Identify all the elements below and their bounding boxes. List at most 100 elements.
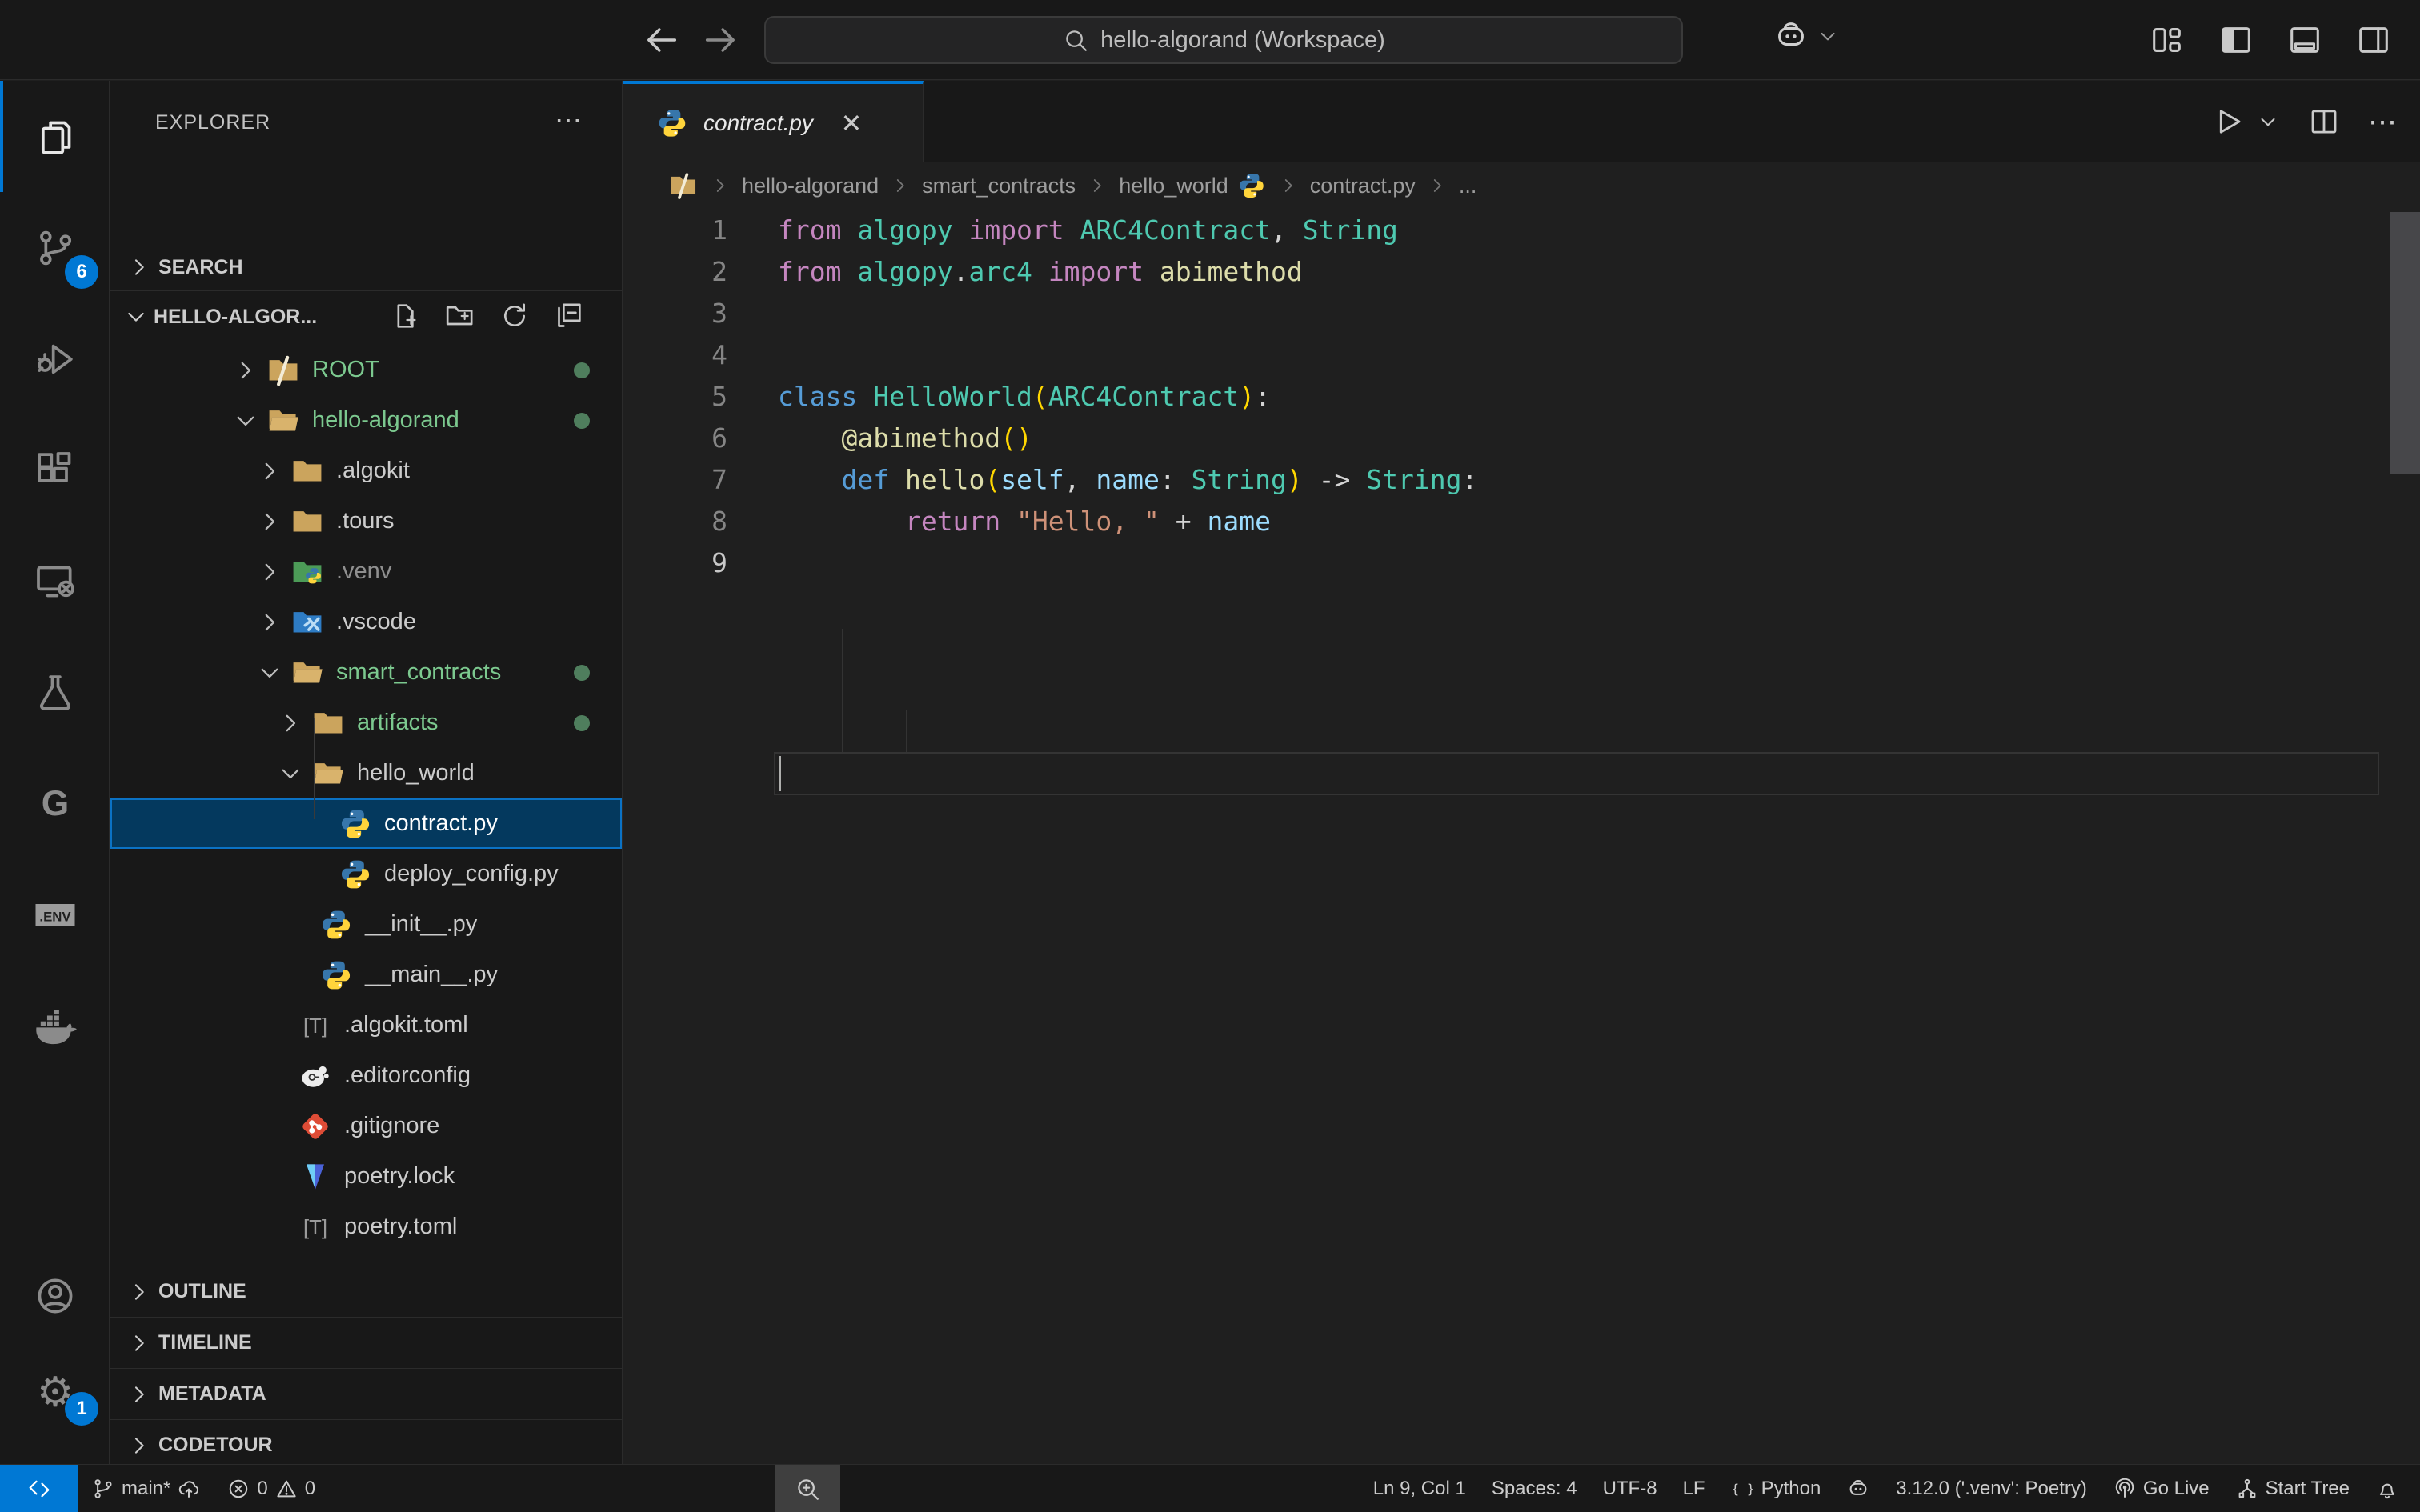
more-actions-button[interactable]: ⋯ [2368, 105, 2399, 138]
breadcrumb-smart-contracts[interactable]: smart_contracts [922, 174, 1076, 198]
activity-run-debug[interactable] [0, 303, 110, 414]
remote-indicator[interactable] [0, 1465, 78, 1512]
activity-source-control[interactable]: 6 [0, 192, 110, 303]
python-icon [319, 958, 354, 993]
status-eol[interactable]: LF [1670, 1465, 1718, 1512]
section-outline[interactable]: OUTLINE [110, 1266, 622, 1317]
activity-bar: 6 G.ENV ⚙1 [0, 81, 110, 1464]
collapse-all-button[interactable] [553, 300, 587, 334]
tree-item-deploy-config-py[interactable]: deploy_config.py [110, 849, 622, 899]
breadcrumb-python[interactable] [1236, 170, 1267, 201]
line-number: 5 [623, 376, 727, 418]
chevron-right-icon [1427, 175, 1448, 196]
status-notifications[interactable] [2362, 1465, 2412, 1512]
activity-testing[interactable] [0, 637, 110, 748]
navigate-forward-button[interactable] [700, 19, 742, 61]
close-icon[interactable]: ✕ [837, 109, 866, 138]
source-control-badge: 6 [65, 255, 98, 289]
tree-item-smart-contracts[interactable]: smart_contracts [110, 647, 622, 698]
status-go-live[interactable]: Go Live [2100, 1465, 2222, 1512]
tree-item-artifacts[interactable]: artifacts [110, 698, 622, 748]
toml-icon: [T] [298, 1008, 333, 1043]
tree-item--venv[interactable]: .venv [110, 546, 622, 597]
activity-remote-explorer[interactable] [0, 526, 110, 637]
problems-status-item[interactable]: 0 0 [214, 1465, 328, 1512]
status-copilot-status[interactable] [1833, 1465, 1883, 1512]
tree-item--algokit-toml[interactable]: [T].algokit.toml [110, 1000, 622, 1050]
tree-item-poetry-toml[interactable]: [T] poetry.toml [110, 1202, 622, 1252]
tree-item--main-py[interactable]: __main__.py [110, 950, 622, 1000]
activity-extensions[interactable] [0, 414, 110, 526]
editor-scrollbar[interactable] [2390, 212, 2420, 474]
tree-item--algokit[interactable]: .algokit [110, 446, 622, 496]
chevron-right-icon [126, 254, 152, 280]
tree-item-contract-py[interactable]: contract.py [110, 798, 622, 849]
tree-item-label: poetry.toml [344, 1214, 457, 1240]
section-metadata[interactable]: METADATA [110, 1368, 622, 1419]
remote-explorer-icon [33, 559, 78, 604]
status-cursor-position[interactable]: Ln 9, Col 1 [1360, 1465, 1479, 1512]
run-dropdown-chevron-icon[interactable] [2256, 110, 2280, 134]
code-editor[interactable]: 123456789 from algopy import ARC4Contrac… [623, 210, 2420, 1464]
tree-item--gitignore[interactable]: .gitignore [110, 1101, 622, 1151]
current-line-highlight [774, 752, 2379, 795]
tree-item-label: __init__.py [365, 911, 477, 938]
breadcrumb-hello-algorand[interactable]: hello-algorand [742, 174, 879, 198]
toggle-secondary-sidebar-button[interactable] [2351, 18, 2396, 62]
status-language-mode[interactable]: { }Python [1718, 1465, 1834, 1512]
new-file-button[interactable] [390, 300, 423, 334]
activity-dotenv[interactable]: .ENV [0, 859, 110, 970]
tree-item-hello-world[interactable]: hello_world [110, 748, 622, 798]
navigate-back-button[interactable] [640, 19, 682, 61]
breadcrumb-hello-world[interactable]: hello_world [1119, 174, 1228, 198]
refresh-button[interactable] [499, 300, 532, 334]
chevron-right-icon [1087, 175, 1108, 196]
tree-item-label: .editorconfig [344, 1062, 471, 1089]
activity-accounts[interactable] [0, 1248, 110, 1344]
toml-icon: [T] [298, 1210, 333, 1245]
status-indentation[interactable]: Spaces: 4 [1479, 1465, 1590, 1512]
section-codetour[interactable]: CODETOUR [110, 1419, 622, 1464]
zoom-in-icon [794, 1475, 821, 1502]
activity-settings[interactable]: ⚙1 [0, 1344, 110, 1440]
new-folder-button[interactable] [444, 300, 478, 334]
search-section-label: SEARCH [158, 256, 243, 279]
tree-item--editorconfig[interactable]: .editorconfig [110, 1050, 622, 1101]
tree-item--tours[interactable]: .tours [110, 496, 622, 546]
section-timeline[interactable]: TIMELINE [110, 1317, 622, 1368]
new-file-icon [390, 300, 422, 332]
status-right: Ln 9, Col 1Spaces: 4UTF-8LF{ }Python 3.12… [1360, 1465, 2412, 1512]
activity-gitlens[interactable]: G [0, 748, 110, 859]
code-line-2: from algopy.arc4 import abimethod [778, 251, 1303, 293]
command-center-search[interactable]: hello-algorand (Workspace) [764, 16, 1683, 64]
tree-item-root[interactable]: ROOT [110, 345, 622, 395]
run-button[interactable] [2211, 105, 2245, 138]
folder-open-icon [311, 756, 346, 791]
status-python-interpreter[interactable]: 3.12.0 ('.venv': Poetry) [1883, 1465, 2100, 1512]
chevron-right-icon [126, 1330, 152, 1356]
breadcrumb-contract-py[interactable]: contract.py [1310, 174, 1416, 198]
activity-explorer[interactable] [0, 81, 110, 192]
activity-docker[interactable] [0, 970, 110, 1082]
breadcrumb--[interactable]: ... [1459, 174, 1477, 198]
split-editor-button[interactable] [2307, 105, 2341, 138]
tree-item-poetry-lock[interactable]: poetry.lock [110, 1151, 622, 1202]
search-section-header[interactable]: SEARCH [110, 244, 622, 290]
tree-item-label: hello_world [357, 760, 475, 786]
tree-item--vscode[interactable]: .vscode [110, 597, 622, 647]
status-encoding[interactable]: UTF-8 [1590, 1465, 1670, 1512]
tree-item-hello-algorand[interactable]: hello-algorand [110, 395, 622, 446]
tree-item--init-py[interactable]: __init__.py [110, 899, 622, 950]
branch-status-item[interactable]: main* [78, 1465, 214, 1512]
customize-layout-button[interactable] [2145, 18, 2190, 62]
breadcrumb-folder-root[interactable] [668, 170, 699, 201]
zoom-status-item[interactable] [775, 1465, 840, 1512]
copilot-menu[interactable] [1773, 18, 1840, 54]
tab-contract-py[interactable]: contract.py ✕ [623, 81, 924, 162]
git-modified-dot [574, 413, 590, 429]
tab-strip: contract.py ✕ ⋯ [623, 81, 2420, 162]
explorer-more-actions-button[interactable]: ⋯ [555, 105, 590, 140]
toggle-primary-sidebar-button[interactable] [2214, 18, 2258, 62]
status-start-tree[interactable]: Start Tree [2222, 1465, 2362, 1512]
toggle-panel-button[interactable] [2282, 18, 2327, 62]
